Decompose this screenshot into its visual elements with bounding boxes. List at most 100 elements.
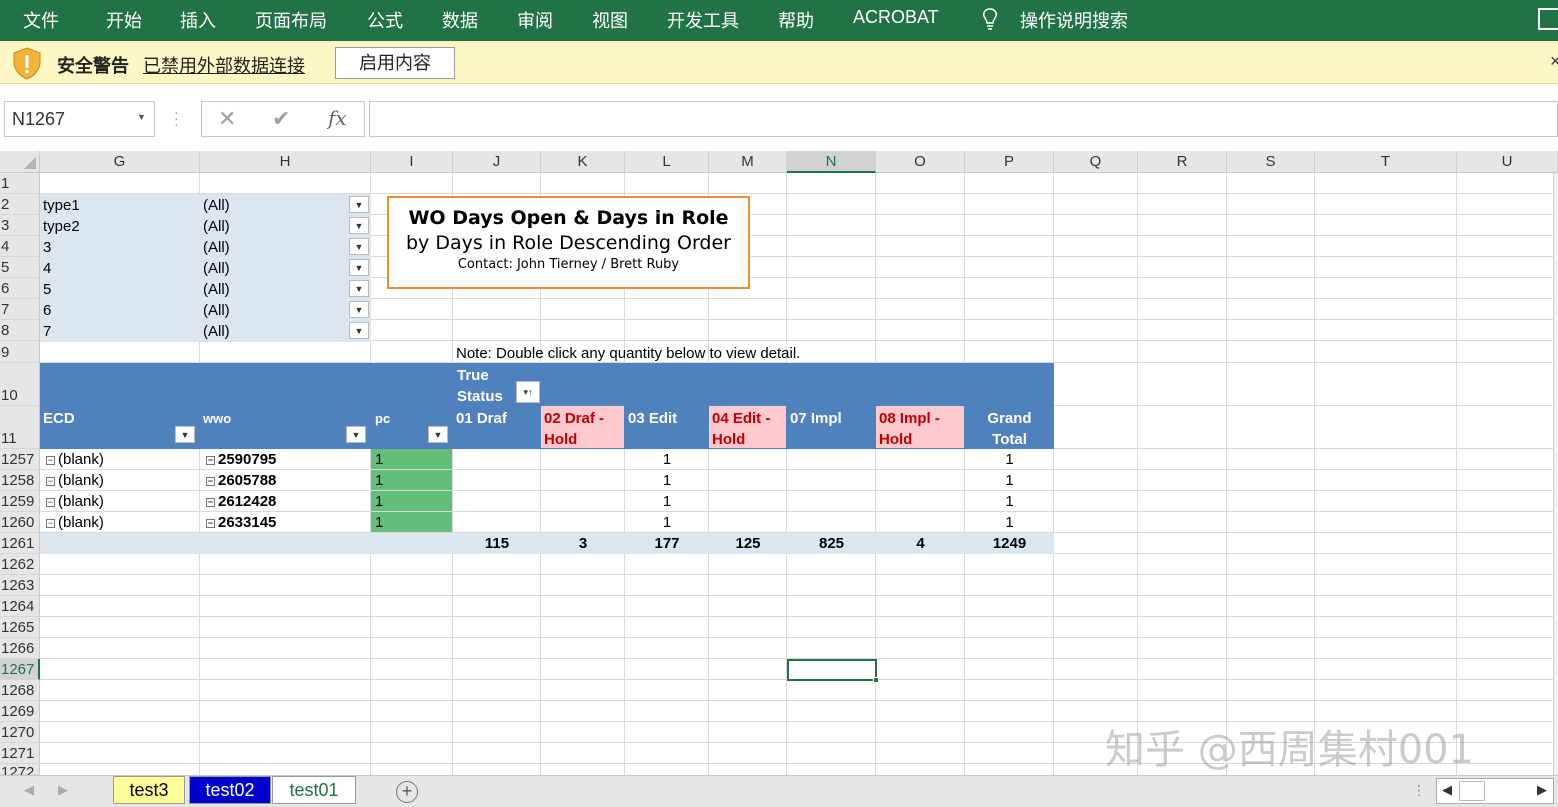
row-header-6[interactable]: 6 bbox=[0, 278, 40, 299]
next-sheet-icon[interactable]: ▶ bbox=[58, 782, 68, 798]
tab-home[interactable]: 开始 bbox=[106, 7, 142, 33]
column-header-h[interactable]: H bbox=[200, 151, 371, 173]
row-header-1257[interactable]: 1257 bbox=[0, 449, 40, 470]
row-header-1266[interactable]: 1266 bbox=[0, 638, 40, 659]
column-header-m[interactable]: M bbox=[709, 151, 787, 173]
row-header-11[interactable]: 11 bbox=[0, 406, 40, 449]
horizontal-scrollbar[interactable]: ◀ ▶ bbox=[1436, 778, 1554, 804]
sheet-tab-test3[interactable]: test3 bbox=[113, 776, 185, 804]
tab-file[interactable]: 文件 bbox=[23, 7, 59, 33]
filter-dropdown-button[interactable]: ▼ bbox=[349, 280, 369, 297]
select-all-corner[interactable] bbox=[0, 151, 40, 173]
ecd-value[interactable]: − (blank) bbox=[46, 472, 104, 489]
row-header-1271[interactable]: 1271 bbox=[0, 743, 40, 764]
tell-me-search[interactable]: 操作说明搜索 bbox=[1020, 7, 1128, 33]
total-value[interactable]: 1249 bbox=[965, 535, 1054, 552]
status-filter-sort-button[interactable]: ▾↑ bbox=[516, 381, 540, 403]
row-header-1263[interactable]: 1263 bbox=[0, 575, 40, 596]
wwo-value[interactable]: −2605788 bbox=[206, 472, 276, 489]
collapse-icon[interactable]: − bbox=[206, 498, 215, 507]
row-header-1267[interactable]: 1267 bbox=[0, 659, 40, 680]
edit-count[interactable]: 1 bbox=[625, 451, 709, 468]
wwo-value[interactable]: −2633145 bbox=[206, 514, 276, 531]
column-header-t[interactable]: T bbox=[1315, 151, 1457, 173]
wwo-filter-button[interactable]: ▼ bbox=[346, 426, 366, 443]
row-grand-total[interactable]: 1 bbox=[965, 451, 1054, 468]
title-textbox[interactable]: WO Days Open & Days in Role by Days in R… bbox=[387, 196, 750, 289]
row-header-1259[interactable]: 1259 bbox=[0, 491, 40, 512]
column-header-n[interactable]: N bbox=[787, 151, 876, 173]
cancel-icon[interactable]: ✕ bbox=[218, 106, 236, 132]
total-value[interactable]: 825 bbox=[787, 535, 876, 552]
chevron-down-icon[interactable]: ▼ bbox=[137, 112, 146, 122]
collapse-icon[interactable]: − bbox=[46, 498, 55, 507]
tab-insert[interactable]: 插入 bbox=[180, 7, 216, 33]
tab-view[interactable]: 视图 bbox=[592, 7, 628, 33]
column-header-u[interactable]: U bbox=[1457, 151, 1558, 173]
insert-function-icon[interactable]: fx bbox=[328, 106, 347, 130]
ecd-value[interactable]: − (blank) bbox=[46, 493, 104, 510]
column-header-r[interactable]: R bbox=[1138, 151, 1227, 173]
column-header-j[interactable]: J bbox=[453, 151, 541, 173]
add-sheet-icon[interactable]: + bbox=[396, 781, 418, 803]
column-header-p[interactable]: P bbox=[965, 151, 1054, 173]
column-header-o[interactable]: O bbox=[876, 151, 965, 173]
column-header-l[interactable]: L bbox=[625, 151, 709, 173]
collapse-icon[interactable]: − bbox=[46, 519, 55, 528]
formula-input[interactable] bbox=[369, 101, 1558, 137]
row-header-2[interactable]: 2 bbox=[0, 194, 40, 215]
collapse-icon[interactable]: − bbox=[206, 456, 215, 465]
row-header-1260[interactable]: 1260 bbox=[0, 512, 40, 533]
split-handle-icon[interactable]: ⋮ bbox=[1412, 782, 1426, 799]
ribbon-display-icon[interactable] bbox=[1538, 8, 1558, 30]
collapse-icon[interactable]: − bbox=[46, 477, 55, 486]
edit-count[interactable]: 1 bbox=[625, 493, 709, 510]
wwo-value[interactable]: −2612428 bbox=[206, 493, 276, 510]
row-header-1265[interactable]: 1265 bbox=[0, 617, 40, 638]
total-value[interactable]: 4 bbox=[876, 535, 965, 552]
tab-help[interactable]: 帮助 bbox=[778, 7, 814, 33]
sheet-tab-test02[interactable]: test02 bbox=[189, 776, 271, 804]
column-header-i[interactable]: I bbox=[371, 151, 453, 173]
tab-developer[interactable]: 开发工具 bbox=[667, 7, 739, 33]
row-grand-total[interactable]: 1 bbox=[965, 472, 1054, 489]
filter-dropdown-button[interactable]: ▼ bbox=[349, 259, 369, 276]
filter-dropdown-button[interactable]: ▼ bbox=[349, 322, 369, 339]
row-grand-total[interactable]: 1 bbox=[965, 514, 1054, 531]
ecd-filter-button[interactable]: ▼ bbox=[175, 426, 195, 443]
filter-dropdown-button[interactable]: ▼ bbox=[349, 238, 369, 255]
security-warning-link[interactable]: 已禁用外部数据连接 bbox=[143, 52, 305, 78]
pc-filter-button[interactable]: ▼ bbox=[428, 426, 448, 443]
row-header-1262[interactable]: 1262 bbox=[0, 554, 40, 575]
column-header-k[interactable]: K bbox=[541, 151, 625, 173]
filter-dropdown-button[interactable]: ▼ bbox=[349, 217, 369, 234]
collapse-icon[interactable]: − bbox=[206, 519, 215, 528]
row-header-4[interactable]: 4 bbox=[0, 236, 40, 257]
filter-dropdown-button[interactable]: ▼ bbox=[349, 301, 369, 318]
row-header-5[interactable]: 5 bbox=[0, 257, 40, 278]
row-header-1272[interactable]: 1272 bbox=[0, 764, 40, 775]
row-header-1268[interactable]: 1268 bbox=[0, 680, 40, 701]
enter-icon[interactable]: ✔ bbox=[272, 106, 290, 132]
row-header-3[interactable]: 3 bbox=[0, 215, 40, 236]
row-header-1269[interactable]: 1269 bbox=[0, 701, 40, 722]
total-value[interactable]: 125 bbox=[709, 535, 787, 552]
worksheet-grid[interactable]: GHIJKLMNOPQRSTU 1 2 3 4 5 6 7 8 9 10 11 1257 1258 125… bbox=[0, 151, 1558, 775]
pc-value[interactable]: 1 bbox=[375, 514, 383, 531]
drag-handle-icon[interactable]: · · · bbox=[174, 105, 179, 131]
scroll-left-icon[interactable]: ◀ bbox=[1442, 782, 1452, 798]
pc-value[interactable]: 1 bbox=[375, 472, 383, 489]
row-grand-total[interactable]: 1 bbox=[965, 493, 1054, 510]
fill-handle[interactable] bbox=[873, 677, 879, 683]
edit-count[interactable]: 1 bbox=[625, 514, 709, 531]
prev-sheet-icon[interactable]: ◀ bbox=[24, 782, 34, 798]
total-value[interactable]: 115 bbox=[453, 535, 541, 552]
collapse-icon[interactable]: − bbox=[206, 477, 215, 486]
row-header-10[interactable]: 10 bbox=[0, 363, 40, 406]
column-header-s[interactable]: S bbox=[1227, 151, 1315, 173]
selected-cell[interactable] bbox=[787, 659, 877, 681]
row-header-1258[interactable]: 1258 bbox=[0, 470, 40, 491]
row-header-9[interactable]: 9 bbox=[0, 341, 40, 363]
close-icon[interactable]: × bbox=[1550, 51, 1558, 72]
tab-page-layout[interactable]: 页面布局 bbox=[255, 7, 327, 33]
